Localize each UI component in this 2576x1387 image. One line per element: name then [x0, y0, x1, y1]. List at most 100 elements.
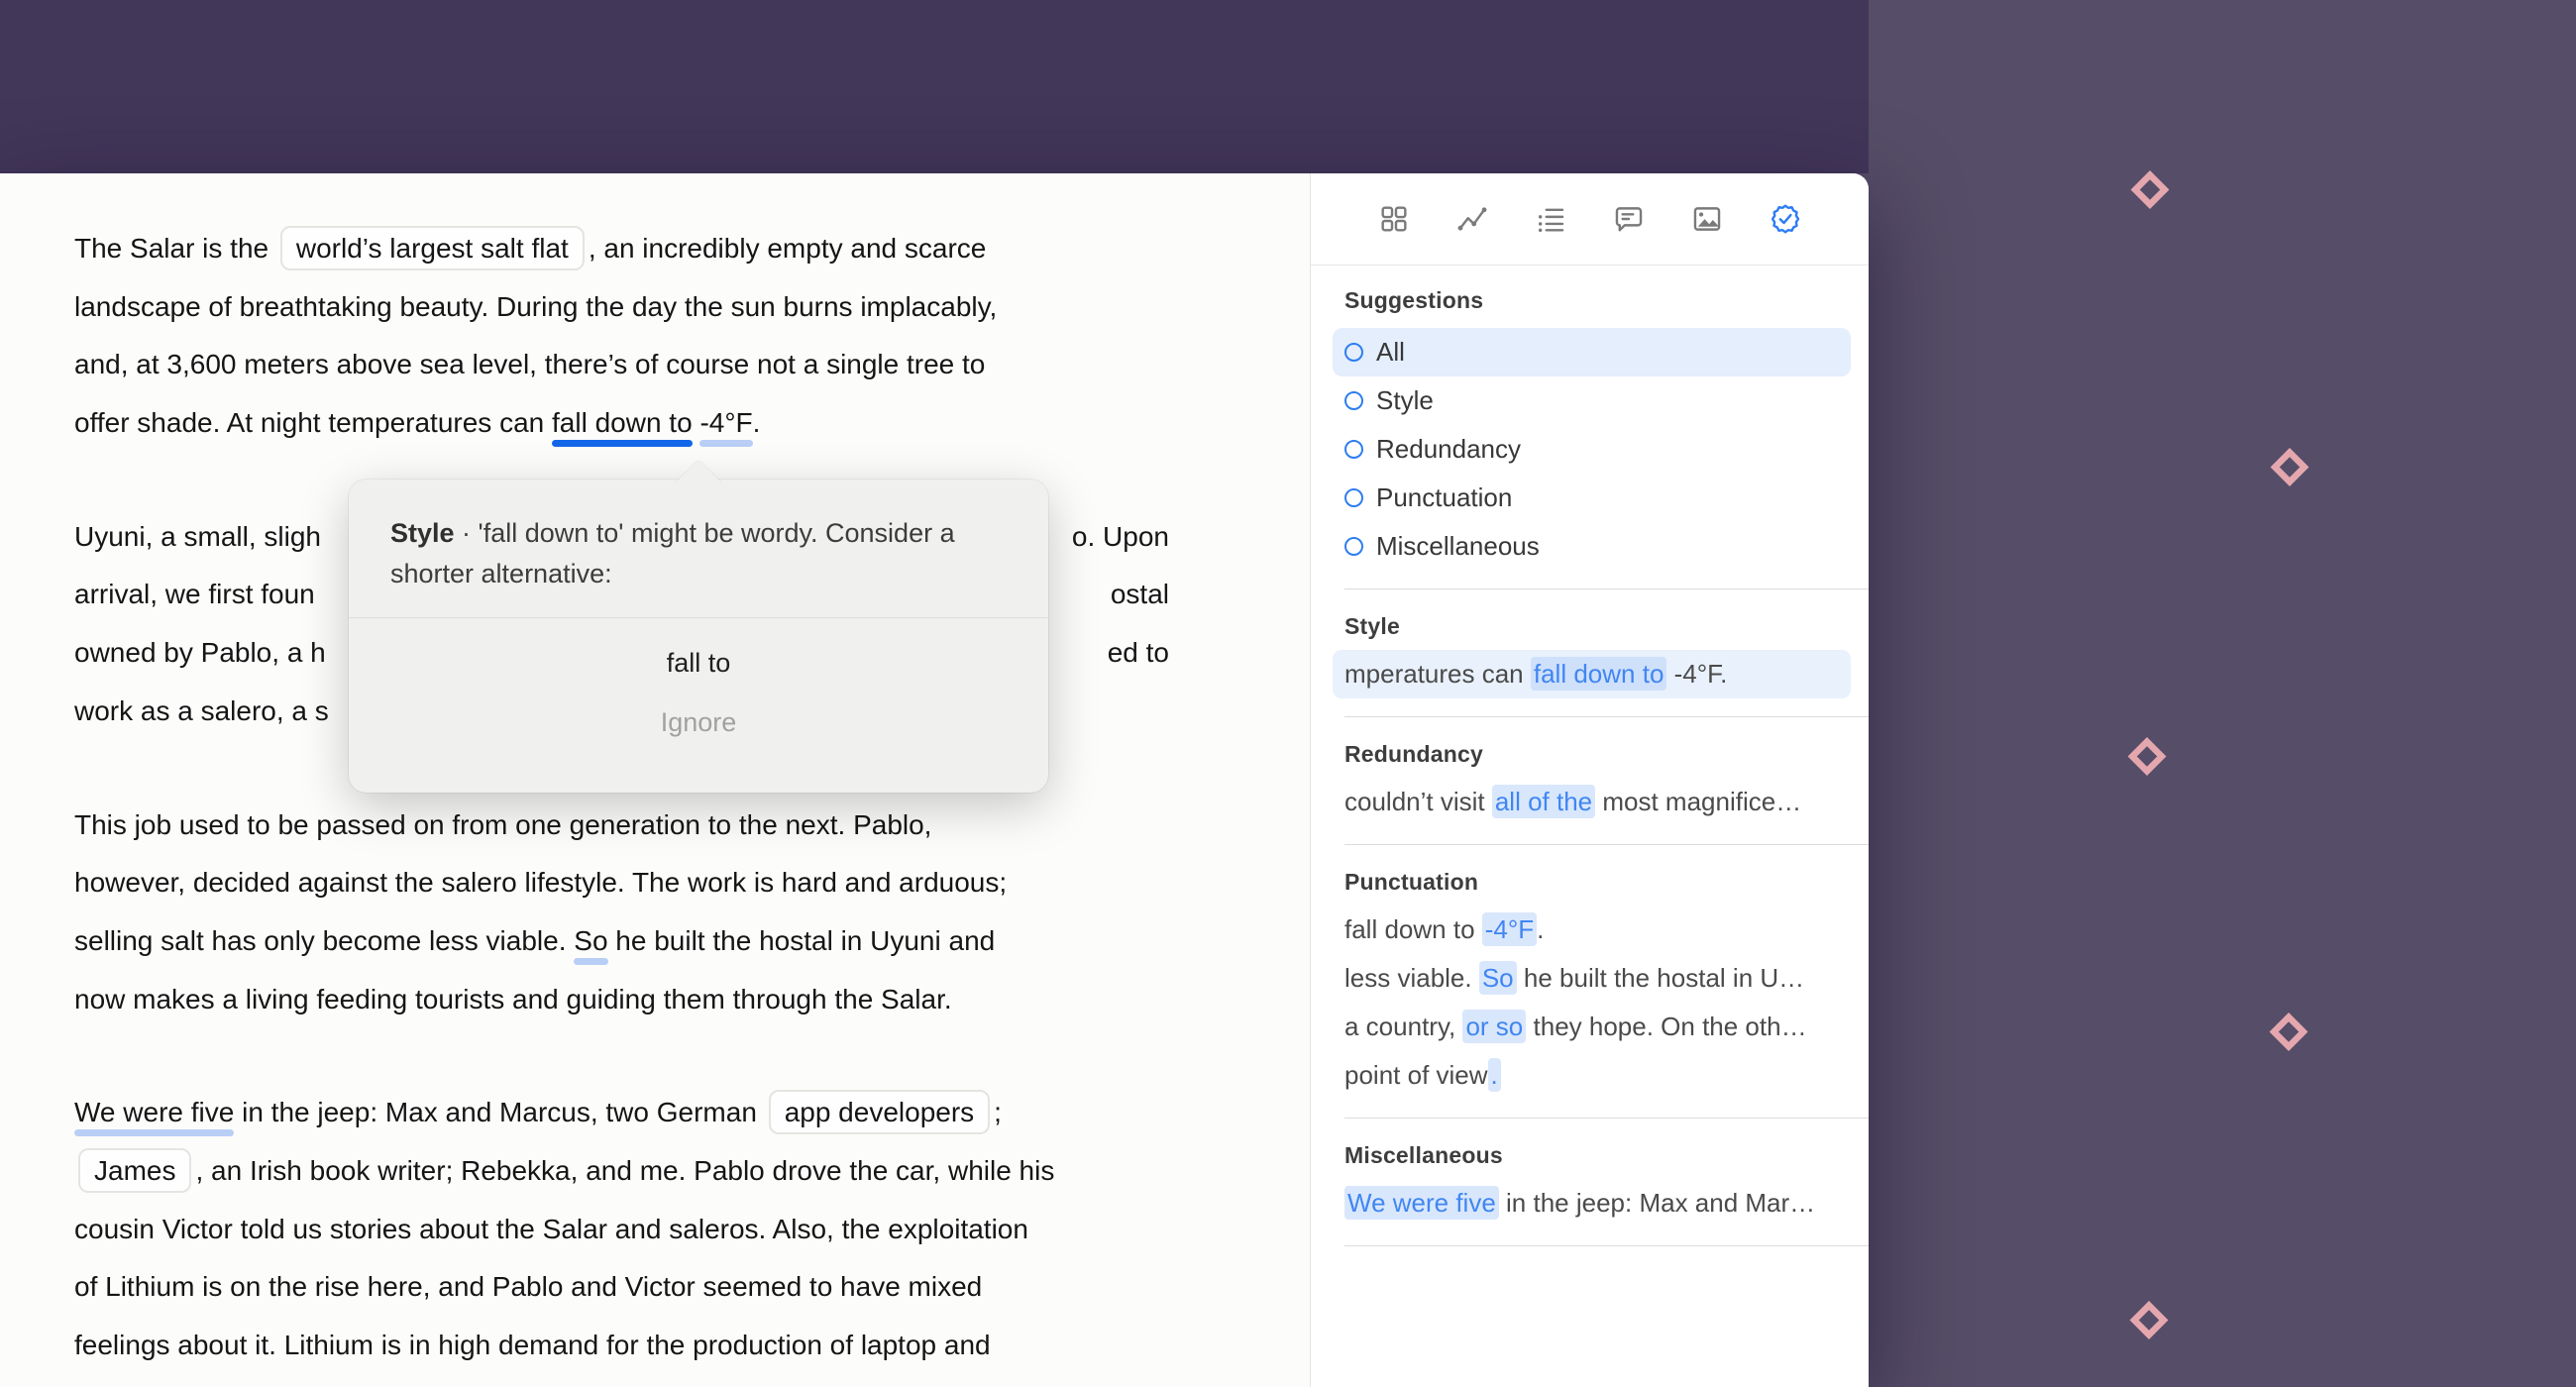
popover-separator: · — [454, 518, 479, 548]
text-fragment-left: owned by Pablo, a h — [74, 637, 326, 669]
context-text: they hope. On the oth… — [1526, 1012, 1807, 1041]
flagged-text: . — [1487, 1058, 1501, 1092]
context-text: less viable. — [1344, 963, 1479, 993]
document-line: offer shade. At night temperatures can f… — [74, 394, 1169, 453]
text-fragment-right: o. Upon — [1071, 520, 1169, 552]
popover-category: Style — [390, 518, 455, 548]
filter-item-style[interactable]: Style — [1333, 376, 1851, 425]
section-punctuation: Punctuation fall down to -4°F. less viable… — [1344, 869, 1839, 1100]
section-divider — [1344, 716, 1869, 717]
diamond-icon — [2125, 735, 2169, 784]
suggestion-popover: Style · 'fall down to' might be wordy. C… — [349, 459, 1048, 793]
suggestion-row[interactable]: couldn’t visit all of the most magnifice… — [1344, 778, 1839, 826]
flagged-text: all of the — [1491, 785, 1596, 818]
suggestion-row[interactable]: mperatures can fall down to -4°F. — [1333, 650, 1851, 698]
suggestion-row[interactable]: fall down to -4°F. — [1344, 906, 1839, 954]
ignore-button[interactable]: Ignore — [661, 707, 737, 738]
text-run: ; — [994, 1097, 1002, 1128]
section-style: Style mperatures can fall down to -4°F. — [1333, 613, 1851, 698]
category-ring-icon — [1344, 440, 1363, 459]
section-title: Miscellaneous — [1344, 1142, 1503, 1168]
light-suggestion-underline: -4°F — [699, 407, 753, 439]
suggestion-row[interactable]: point of view. — [1344, 1051, 1839, 1100]
text-run: and, at 3,600 meters above sea level, th… — [74, 349, 986, 380]
section-divider — [1344, 588, 1869, 589]
suggestion-row[interactable]: less viable. So he built the hostal in U… — [1344, 954, 1839, 1003]
editor-pane[interactable]: The Salar is the world’s largest salt fl… — [0, 173, 1310, 1387]
context-text: point of view — [1344, 1060, 1488, 1090]
grid-icon[interactable] — [1377, 202, 1411, 236]
text-run: This job used to be passed on from one g… — [74, 808, 932, 840]
suggestion-sections: Style mperatures can fall down to -4°F. Re… — [1333, 588, 1869, 1246]
paragraph: The Salar is the world’s largest salt fl… — [74, 220, 1169, 453]
list-icon[interactable] — [1534, 202, 1567, 236]
image-icon[interactable] — [1690, 202, 1724, 236]
suggestion-filter-list: All Style Redundancy Punctuation Miscellaneo… — [1333, 328, 1851, 571]
context-text: in the jeep: Max and Mar… — [1498, 1188, 1816, 1218]
filter-label: All — [1376, 337, 1405, 367]
document-line: landscape of breathtaking beauty. During… — [74, 278, 1169, 337]
section-miscellaneous: Miscellaneous We were five in the jeep: M… — [1344, 1142, 1839, 1227]
text-fragment-left: work as a salero, a s — [74, 694, 329, 726]
text-run: . — [752, 407, 761, 439]
diamond-icon — [2128, 168, 2172, 217]
filter-label: Redundancy — [1376, 434, 1521, 464]
trend-icon[interactable] — [1455, 202, 1489, 236]
text-fragment-left: arrival, we first foun — [74, 579, 315, 610]
suggestion-row[interactable]: a country, or so they hope. On the oth… — [1344, 1003, 1839, 1051]
text-run: of Lithium is on the rise here, and Pabl… — [74, 1271, 983, 1303]
paragraph: We were five in the jeep: Max and Marcus… — [74, 1084, 1169, 1387]
context-text: most magnifice… — [1595, 787, 1802, 816]
inline-token: app developers — [768, 1090, 991, 1135]
review-sidebar: Suggestions All Style Redundancy Punctuatio… — [1310, 173, 1869, 1387]
document-line: smartphone batteries — [74, 1375, 1169, 1387]
section-divider — [1344, 844, 1869, 845]
inline-token: world’s largest salt flat — [279, 226, 585, 270]
text-run: in the jeep: Max and Marcus, two German — [234, 1097, 765, 1128]
section-redundancy: Redundancy couldn’t visit all of the most… — [1344, 741, 1839, 826]
category-ring-icon — [1344, 537, 1363, 556]
flagged-text: -4°F — [1481, 912, 1538, 946]
document-text[interactable]: The Salar is the world’s largest salt fl… — [74, 220, 1169, 1387]
writing-app-window: The Salar is the world’s largest salt fl… — [0, 173, 1869, 1387]
text-fragment-right: ostal — [1110, 579, 1169, 610]
document-line: James, an Irish book writer; Rebekka, an… — [74, 1142, 1169, 1201]
text-run: , an incredibly empty and scarce — [588, 233, 987, 264]
check-badge-icon[interactable] — [1769, 202, 1802, 236]
comment-icon[interactable] — [1612, 202, 1646, 236]
document-line: selling salt has only become less viable… — [74, 912, 1169, 971]
diamond-icon — [2268, 446, 2311, 494]
suggestions-title: Suggestions — [1344, 287, 1484, 313]
text-run: selling salt has only become less viable… — [74, 924, 575, 956]
inline-token: James — [78, 1147, 192, 1193]
flagged-text: or so — [1462, 1010, 1527, 1043]
filter-label: Punctuation — [1376, 482, 1513, 512]
filter-item-redundancy[interactable]: Redundancy — [1333, 425, 1851, 474]
diamond-icon — [2127, 1299, 2171, 1347]
light-suggestion-underline: We were five — [74, 1097, 235, 1128]
text-run: he built the hostal in Uyuni and — [607, 924, 996, 956]
filter-label: Miscellaneous — [1376, 531, 1540, 561]
filter-item-punctuation[interactable]: Punctuation — [1333, 474, 1851, 522]
text-run: now makes a living feeding tourists and … — [74, 983, 952, 1014]
context-text: . — [1537, 914, 1545, 944]
flagged-text: We were five — [1344, 1186, 1499, 1220]
category-ring-icon — [1344, 343, 1363, 362]
sidebar-toolbar — [1311, 173, 1869, 266]
document-line: feelings about it. Lithium is in high de… — [74, 1317, 1169, 1375]
filter-item-all[interactable]: All — [1333, 328, 1851, 376]
text-run: The Salar is the — [74, 233, 276, 264]
diamond-icon — [2267, 1011, 2310, 1059]
context-text: mperatures can — [1344, 659, 1531, 689]
suggestion-replacement-button[interactable]: fall to — [667, 648, 731, 679]
document-line: however, decided against the salero life… — [74, 854, 1169, 912]
filter-item-miscellaneous[interactable]: Miscellaneous — [1333, 522, 1851, 571]
document-line: We were five in the jeep: Max and Marcus… — [74, 1084, 1169, 1142]
document-line: cousin Victor told us stories about the … — [74, 1201, 1169, 1259]
flagged-text: fall down to — [1530, 657, 1667, 691]
context-text: -4°F. — [1666, 659, 1728, 689]
section-title: Style — [1344, 613, 1400, 639]
text-fragment-right: ed to — [1107, 637, 1169, 669]
suggestion-row[interactable]: We were five in the jeep: Max and Mar… — [1344, 1179, 1839, 1227]
light-suggestion-underline: So — [574, 924, 608, 956]
